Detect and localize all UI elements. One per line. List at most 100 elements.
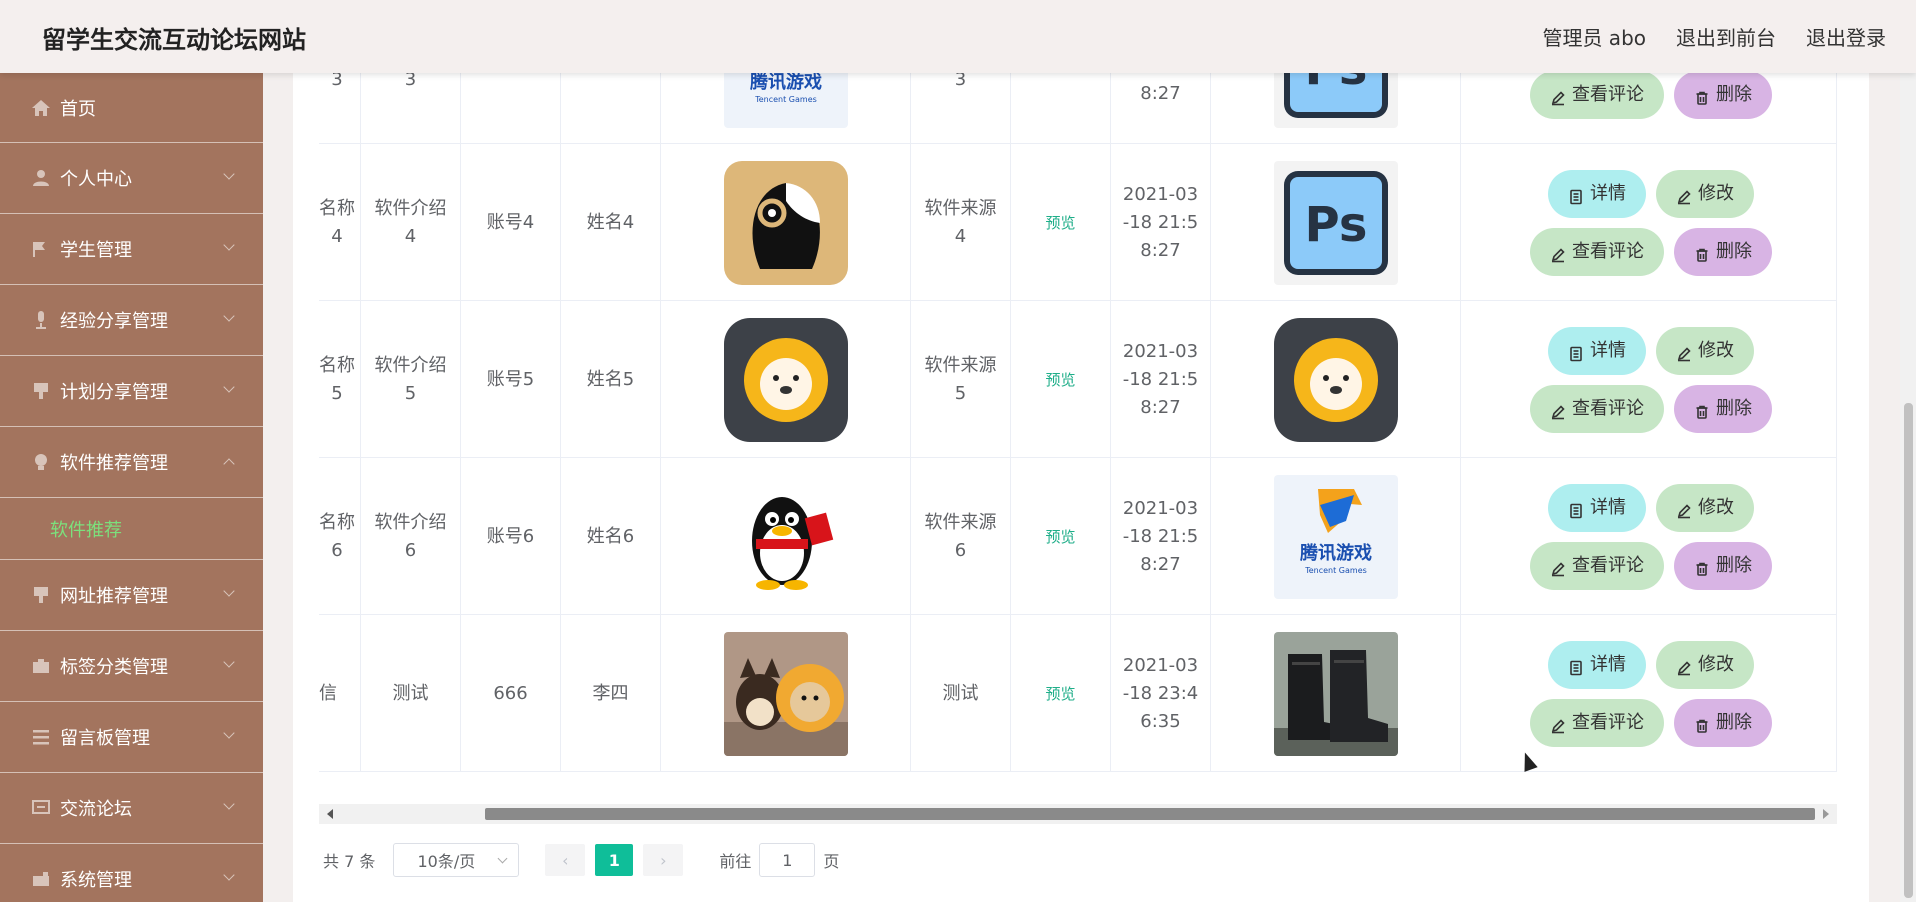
sidebar-item-home[interactable]: 首页 bbox=[0, 73, 263, 143]
button-label: 查看评论 bbox=[1572, 712, 1644, 733]
delete-button[interactable]: 删除 bbox=[1674, 228, 1772, 276]
edit-button[interactable]: 修改 bbox=[1656, 484, 1754, 532]
delete-button[interactable]: 删除 bbox=[1674, 385, 1772, 433]
delete-button[interactable]: 删除 bbox=[1674, 542, 1772, 590]
logout-link[interactable]: 退出登录 bbox=[1806, 22, 1886, 51]
image-cell bbox=[661, 301, 911, 458]
sidebar-item-websites[interactable]: 网址推荐管理 bbox=[0, 560, 263, 631]
cell-intro: 软件介绍 4 bbox=[361, 144, 461, 301]
edit-button[interactable]: 修改 bbox=[1656, 641, 1754, 689]
chevron-down-icon bbox=[223, 381, 235, 393]
account-text: 账号6 bbox=[486, 525, 535, 547]
boots-photo-image[interactable] bbox=[1273, 631, 1398, 756]
tencent-games-image[interactable]: 腾讯游戏 Tencent Games bbox=[1273, 474, 1398, 599]
page-number-current[interactable]: 1 bbox=[595, 844, 634, 876]
button-label: 修改 bbox=[1698, 654, 1734, 675]
time-text: 2021-03 -18 21:5 8:27 bbox=[1122, 497, 1199, 575]
dogs-photo-image[interactable] bbox=[723, 631, 848, 756]
preview-link[interactable]: 预览 bbox=[1011, 73, 1111, 144]
table-row: 信 测试 666 李四 测试 预览 2021-03 -18 23:4 6:35 详情 修改 查看评… bbox=[319, 615, 1837, 772]
button-label: 修改 bbox=[1698, 340, 1734, 361]
preview-link[interactable]: 预览 bbox=[1011, 458, 1111, 615]
account-text: 666 bbox=[493, 682, 528, 704]
button-label: 删除 bbox=[1716, 398, 1752, 419]
cell-intro: 软件介绍 3 bbox=[361, 73, 461, 144]
page-size-select[interactable]: 10条/页 bbox=[393, 843, 520, 877]
photoshop-image[interactable]: Ps bbox=[1273, 160, 1398, 285]
delete-button[interactable]: 删除 bbox=[1674, 699, 1772, 747]
scroll-right-icon[interactable] bbox=[1823, 809, 1829, 819]
cell-account: 账号6 bbox=[461, 458, 561, 615]
flag-icon bbox=[30, 238, 52, 260]
chevron-down-icon bbox=[497, 853, 508, 864]
sidebar-item-label: 软件推荐管理 bbox=[60, 453, 168, 474]
sidebar-item-students[interactable]: 学生管理 bbox=[0, 214, 263, 285]
next-page-button[interactable]: › bbox=[643, 844, 684, 876]
image-cell: 腾讯游戏 Tencent Games bbox=[1211, 458, 1461, 615]
preview-link[interactable]: 预览 bbox=[1011, 301, 1111, 458]
delete-button[interactable]: 删除 bbox=[1674, 73, 1772, 119]
sidebar-item-label: 留言板管理 bbox=[60, 728, 150, 749]
sidebar: 首页 个人中心 学生管理 经验分享管理 计划分享管理 软件推荐管理 软件推荐 网… bbox=[0, 73, 263, 902]
sidebar-item-messages[interactable]: 留言板管理 bbox=[0, 702, 263, 773]
trash-icon bbox=[1694, 87, 1710, 105]
mic-icon bbox=[30, 309, 52, 331]
realname-text: 李四 bbox=[592, 682, 629, 704]
detail-button[interactable]: 详情 bbox=[1548, 484, 1646, 532]
sidebar-item-software[interactable]: 软件推荐管理 bbox=[0, 427, 263, 498]
comment-button[interactable]: 查看评论 bbox=[1530, 228, 1664, 276]
horizontal-scrollbar[interactable] bbox=[319, 804, 1837, 824]
edit-button[interactable]: 修改 bbox=[1656, 170, 1754, 218]
qq-app-image[interactable] bbox=[723, 474, 848, 599]
comment-button[interactable]: 查看评论 bbox=[1530, 73, 1664, 119]
sidebar-item-label: 学生管理 bbox=[60, 240, 132, 261]
button-label: 查看评论 bbox=[1572, 555, 1644, 576]
button-label: 查看评论 bbox=[1572, 398, 1644, 419]
detail-button[interactable]: 详情 bbox=[1548, 327, 1646, 375]
realname-text: 姓名6 bbox=[586, 525, 635, 547]
cell-name: 名称 3 bbox=[319, 73, 361, 144]
scroll-left-icon[interactable] bbox=[327, 809, 333, 819]
comment-button[interactable]: 查看评论 bbox=[1530, 699, 1664, 747]
svg-text:Ps: Ps bbox=[1304, 197, 1367, 253]
sidebar-item-plans[interactable]: 计划分享管理 bbox=[0, 356, 263, 427]
svg-text:Tencent Games: Tencent Games bbox=[754, 95, 817, 104]
sidebar-item-personal-center[interactable]: 个人中心 bbox=[0, 143, 263, 214]
goto-page-input[interactable]: 1 bbox=[759, 843, 816, 877]
page-scrollbar-thumb[interactable] bbox=[1904, 403, 1913, 898]
sidebar-item-label: 经验分享管理 bbox=[60, 311, 168, 332]
comment-button[interactable]: 查看评论 bbox=[1530, 542, 1664, 590]
sidebar-item-label: 首页 bbox=[60, 98, 96, 120]
edit-icon bbox=[1676, 657, 1692, 676]
edit-button[interactable]: 修改 bbox=[1656, 327, 1754, 375]
detail-button[interactable]: 详情 bbox=[1548, 170, 1646, 218]
site-title: 留学生交流互动论坛网站 bbox=[42, 26, 306, 54]
lion-app-image[interactable] bbox=[723, 317, 848, 442]
detail-button[interactable]: 详情 bbox=[1548, 641, 1646, 689]
penguin-app-image[interactable] bbox=[723, 160, 848, 285]
scrollbar-thumb[interactable] bbox=[485, 808, 1815, 820]
submenu-item-software-recommend[interactable]: 软件推荐 bbox=[0, 498, 263, 560]
goto-suffix: 页 bbox=[823, 852, 840, 871]
photoshop-image[interactable]: Ps bbox=[1273, 73, 1398, 128]
source-text: 软件来源 4 bbox=[924, 197, 997, 247]
prev-page-button[interactable]: ‹ bbox=[545, 844, 586, 876]
chevron-down-icon bbox=[223, 168, 235, 180]
bulb-icon bbox=[30, 451, 52, 473]
lion-app-image[interactable] bbox=[1273, 317, 1398, 442]
back-to-frontend-link[interactable]: 退出到前台 bbox=[1676, 22, 1776, 51]
button-label: 查看评论 bbox=[1572, 241, 1644, 262]
tencent-games-image[interactable]: 腾讯游戏 Tencent Games bbox=[723, 73, 848, 128]
admin-user-link[interactable]: 管理员 abo bbox=[1542, 22, 1646, 51]
home-icon bbox=[30, 97, 52, 119]
page-scrollbar[interactable] bbox=[1900, 73, 1916, 902]
sidebar-item-experience[interactable]: 经验分享管理 bbox=[0, 285, 263, 356]
sidebar-item-system[interactable]: 系统管理 bbox=[0, 844, 263, 902]
sidebar-item-forum[interactable]: 交流论坛 bbox=[0, 773, 263, 844]
sidebar-item-tags[interactable]: 标签分类管理 bbox=[0, 631, 263, 702]
comment-button[interactable]: 查看评论 bbox=[1530, 385, 1664, 433]
image-cell: Ps bbox=[1211, 144, 1461, 301]
chevron-down-icon bbox=[223, 798, 235, 810]
preview-link[interactable]: 预览 bbox=[1011, 144, 1111, 301]
preview-link[interactable]: 预览 bbox=[1011, 615, 1111, 772]
